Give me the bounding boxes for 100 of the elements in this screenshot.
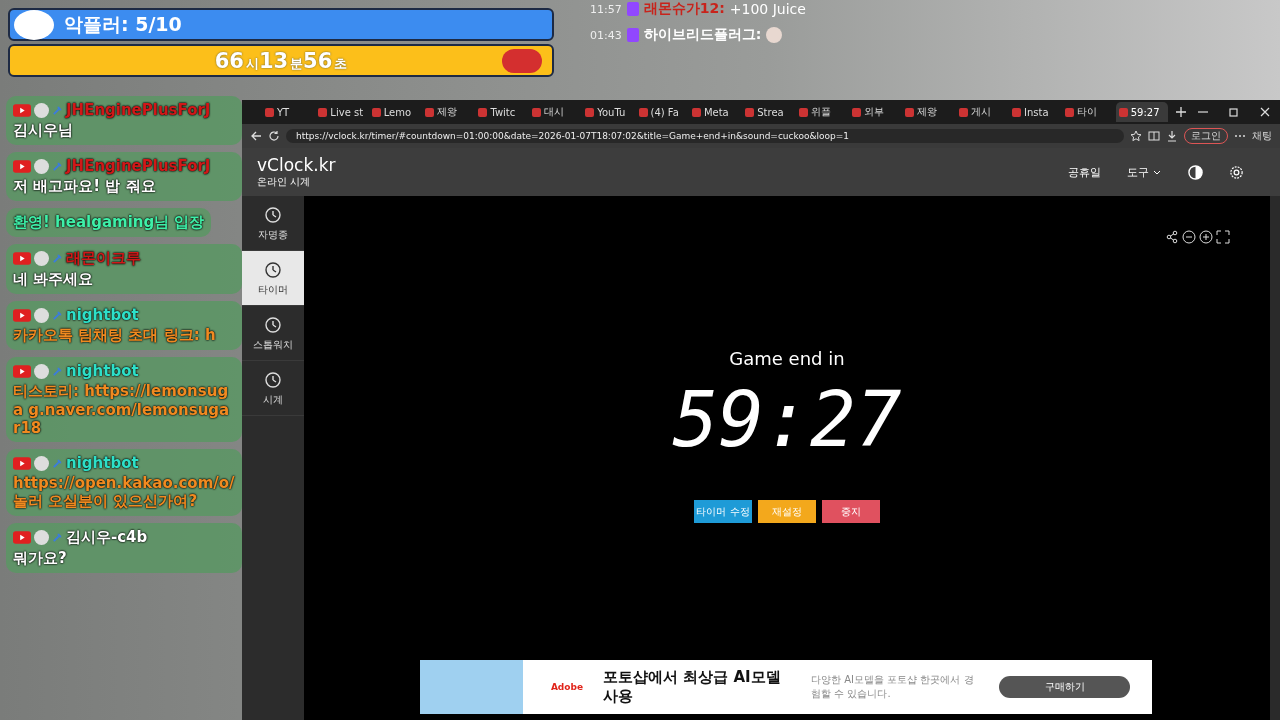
favicon-icon bbox=[905, 107, 915, 117]
chat-username: nightbot bbox=[66, 454, 139, 472]
buy-button[interactable]: 구매하기 bbox=[999, 676, 1130, 698]
chat-message: 뭐가요? bbox=[13, 549, 68, 568]
chat-message: 김시우님 bbox=[13, 121, 74, 140]
settings-icon[interactable] bbox=[1229, 164, 1244, 180]
favicon-icon bbox=[371, 107, 381, 117]
browser-tab[interactable]: YouTu bbox=[582, 102, 635, 122]
favicon-icon bbox=[638, 107, 648, 117]
twitch-icon bbox=[626, 2, 639, 16]
youtube-icon bbox=[13, 456, 31, 470]
chat-username: nightbot bbox=[66, 306, 139, 324]
youtube-icon bbox=[13, 308, 31, 322]
chat-message: 환영! healgaming님 입장 bbox=[13, 213, 205, 232]
browser-tab[interactable]: Insta bbox=[1009, 102, 1062, 122]
browser-tab[interactable]: 외부 bbox=[848, 102, 902, 122]
share-icon[interactable] bbox=[1165, 230, 1179, 244]
browser-tab[interactable]: 위플 bbox=[795, 102, 848, 122]
youtube-icon bbox=[13, 252, 31, 265]
avatar-icon bbox=[34, 158, 49, 174]
new-tab-icon[interactable] bbox=[1175, 106, 1188, 118]
favicon-icon bbox=[958, 107, 968, 117]
youtube-icon bbox=[13, 364, 31, 378]
chat-time: 01:43 bbox=[590, 28, 622, 42]
wrench-icon bbox=[52, 365, 63, 377]
ad-brand: Adobe bbox=[550, 682, 584, 692]
avatar-icon bbox=[34, 307, 49, 323]
favicon-icon bbox=[478, 107, 488, 117]
avatar-icon bbox=[34, 251, 49, 266]
clock-icon bbox=[263, 369, 283, 389]
browser-tab[interactable]: Twitc bbox=[475, 102, 528, 122]
wrench-icon bbox=[52, 532, 63, 543]
timer-title: Game end in bbox=[729, 348, 845, 369]
address-bar[interactable]: https://vclock.kr/timer/#countdown=01:00:00&date=2026-01-07T18:07:02&title=Game+end+in&sound=cuckoo&loop=1 bbox=[286, 129, 1124, 143]
ad-text: 다양한 AI모델을 포토샵 한곳에서 경험할 수 있습니다. bbox=[811, 673, 975, 701]
youtube-icon bbox=[13, 531, 31, 544]
browser-tab[interactable]: 제왕 bbox=[902, 102, 955, 122]
wrench-icon bbox=[52, 253, 63, 264]
avatar-icon bbox=[34, 363, 49, 379]
wrench-icon bbox=[52, 160, 63, 172]
browser-tab[interactable]: Live st bbox=[315, 102, 368, 122]
browser-tab[interactable]: 59:27 bbox=[1115, 102, 1169, 122]
browser-tab[interactable]: 대시 bbox=[528, 102, 582, 122]
favicon-icon bbox=[851, 107, 861, 117]
browser-tab[interactable]: 제왕 bbox=[422, 102, 475, 122]
timer-icon bbox=[263, 259, 283, 279]
nav-link[interactable]: 도구 bbox=[1127, 164, 1162, 180]
chat-username: 래몬슈가12: bbox=[643, 0, 725, 18]
wrench-icon bbox=[52, 104, 63, 116]
countdown-text: 66 시 13 분56초 bbox=[214, 48, 348, 73]
avatar-icon bbox=[34, 530, 49, 545]
browser-tab[interactable]: (4) Fa bbox=[635, 102, 688, 122]
chat-message: +100 Juice bbox=[729, 1, 806, 17]
site-logo[interactable]: vClock.kr bbox=[257, 155, 336, 175]
favicon-icon bbox=[1065, 107, 1075, 117]
ad-headline: 포토샵에서 최상급 AI모델 사용 bbox=[603, 668, 782, 706]
counter-text: 악플러: 5/10 bbox=[64, 11, 182, 37]
chat-message: 네 봐주세요 bbox=[13, 270, 95, 289]
browser-tab[interactable]: Lemo bbox=[368, 102, 422, 122]
favicon-icon bbox=[691, 107, 701, 117]
fullscreen-icon[interactable] bbox=[1216, 230, 1230, 244]
zoom-out-icon[interactable] bbox=[1182, 230, 1196, 244]
chat-message: 저 배고파요! 밥 줘요 bbox=[13, 177, 157, 196]
browser-tab[interactable]: YT bbox=[262, 102, 315, 122]
star-icon[interactable] bbox=[1130, 130, 1142, 142]
download-icon[interactable] bbox=[1166, 130, 1178, 142]
chat-username: 김시우-c4b bbox=[66, 528, 148, 547]
chat-username: JHEnginePlusForJ bbox=[66, 101, 211, 119]
chat-username: nightbot bbox=[66, 362, 139, 380]
sidebar-item[interactable]: 타이머 bbox=[242, 251, 304, 306]
favicon-icon bbox=[1012, 107, 1022, 117]
reload-icon[interactable] bbox=[268, 130, 280, 142]
chat-message: 카카오톡 팀채팅 초대 링크: h bbox=[13, 326, 217, 345]
back-icon[interactable] bbox=[250, 130, 262, 142]
chat-message: 티스토리: https://lemonsuga g.naver.com/lemonsugar18 bbox=[13, 382, 231, 437]
twitch-icon bbox=[626, 28, 639, 42]
browser-tab[interactable]: 게시 bbox=[955, 102, 1009, 122]
favicon-icon bbox=[585, 107, 595, 117]
close-icon[interactable] bbox=[1259, 106, 1272, 118]
nav-link[interactable]: 공휴일 bbox=[1068, 164, 1101, 180]
browser-tab[interactable]: Strea bbox=[742, 102, 795, 122]
chat-username: 래몬이크루 bbox=[66, 249, 141, 268]
chat-username: 하이브리드플러그: bbox=[643, 26, 762, 44]
site-subtitle: 온라인 시계 bbox=[257, 175, 312, 189]
restore-icon[interactable] bbox=[1228, 106, 1241, 118]
chat-message: https://open.kakao.com/o/ 놀러 오실분이 있으신가여? bbox=[13, 474, 235, 511]
chat-button[interactable]: 채팅 bbox=[1252, 129, 1272, 143]
favicon-icon bbox=[1118, 107, 1128, 117]
zoom-in-icon[interactable] bbox=[1199, 230, 1213, 244]
timer-button[interactable]: 중지 bbox=[822, 500, 880, 523]
browser-tab[interactable]: Meta bbox=[688, 102, 742, 122]
contrast-icon[interactable] bbox=[1188, 164, 1203, 180]
split-view-icon[interactable] bbox=[1148, 130, 1160, 142]
scrollbar[interactable] bbox=[1270, 196, 1280, 720]
avatar-icon bbox=[34, 455, 49, 471]
wrench-icon bbox=[52, 457, 63, 469]
browser-tab[interactable]: 타이 bbox=[1062, 102, 1115, 122]
wrench-icon bbox=[52, 309, 63, 321]
favicon-icon bbox=[798, 107, 808, 117]
chat-username: JHEnginePlusForJ bbox=[66, 157, 211, 175]
